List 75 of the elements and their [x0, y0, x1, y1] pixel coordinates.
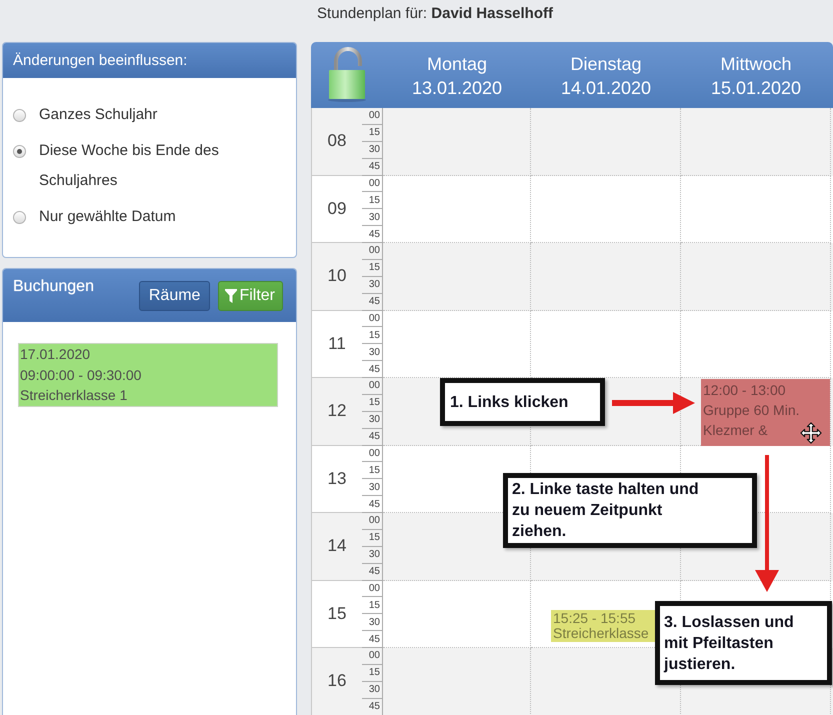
- hour-label: 11: [328, 334, 346, 354]
- day-date: 13.01.2020: [412, 77, 502, 100]
- filter-button[interactable]: Filter: [218, 281, 283, 311]
- rooms-button[interactable]: Räume: [138, 281, 210, 311]
- minute-label: 15: [368, 667, 380, 678]
- minute-label: 15: [368, 532, 380, 544]
- radio-button[interactable]: [13, 144, 26, 158]
- minute-label: 15: [368, 397, 380, 408]
- instruction-tooltip: 3. Loslassen und mit Pfeiltasten justieren.: [655, 601, 832, 685]
- minute-label: 45: [368, 498, 380, 510]
- hour-label: 13: [328, 468, 346, 489]
- minute-label: 30: [368, 616, 380, 628]
- minute-label: 15: [368, 600, 380, 611]
- hour-label: 16: [328, 671, 346, 692]
- day-name: Dienstag: [570, 53, 642, 76]
- minute-label: 30: [368, 346, 380, 358]
- minute-label: 30: [368, 482, 380, 493]
- padlock-icon[interactable]: [327, 47, 367, 102]
- hour-label: 09: [328, 198, 346, 219]
- minute-label: 00: [368, 245, 380, 256]
- hour-label: 14: [328, 536, 346, 556]
- minute-label: 45: [368, 161, 380, 172]
- page-title: Stundenplan für: David Hasselhoff: [317, 5, 553, 22]
- minute-label: 15: [368, 464, 380, 476]
- radio-label[interactable]: Diese Woche bis Ende des Schuljahres: [39, 136, 239, 196]
- minute-label: 45: [368, 701, 380, 712]
- day-date: 14.01.2020: [560, 77, 652, 100]
- radio-button[interactable]: [13, 108, 26, 122]
- minute-label: 15: [368, 127, 380, 138]
- minute-label: 00: [368, 178, 380, 189]
- hour-label: 12: [328, 401, 346, 422]
- event-time: 15:25 - 15:55: [553, 610, 636, 626]
- minute-label: 45: [368, 364, 380, 375]
- minute-label: 45: [368, 296, 380, 308]
- minute-label: 00: [368, 110, 380, 122]
- minute-label: 00: [368, 582, 380, 594]
- minute-label: 30: [368, 414, 380, 426]
- minute-label: 30: [368, 549, 380, 560]
- minute-label: 15: [368, 194, 380, 206]
- minute-label: 45: [368, 634, 380, 645]
- day-date: 15.01.2020: [710, 77, 802, 100]
- minute-label: 00: [368, 448, 380, 459]
- event-title: Gruppe 60 Min. Klezmer &: [703, 401, 800, 440]
- hour-label: 08: [328, 131, 346, 152]
- booking-card[interactable]: 17.01.2020 09:00:00 - 09:30:00 Streicherklasse 1: [18, 343, 278, 406]
- day-name: Montag: [426, 53, 488, 76]
- instruction-tooltip: 2. Linke taste halten und zu neuem Zeitpunkt ziehen.: [503, 473, 757, 548]
- minute-label: 30: [368, 144, 380, 156]
- minute-label: 30: [368, 684, 380, 696]
- minute-label: 00: [368, 515, 380, 526]
- booking-time: 09:00:00 - 09:30:00: [20, 366, 142, 384]
- event-title: Streicherklasse: [553, 626, 649, 642]
- minute-label: 30: [368, 279, 380, 290]
- radio-label[interactable]: Ganzes Schuljahr: [39, 100, 158, 130]
- minute-label: 00: [368, 380, 380, 392]
- minute-label: 45: [368, 566, 380, 578]
- radio-label[interactable]: Nur gewählte Datum: [39, 202, 176, 232]
- minute-label: 00: [368, 312, 380, 324]
- minute-label: 15: [368, 330, 380, 341]
- funnel-icon: [225, 289, 238, 303]
- panel-title: Buchungen: [13, 277, 94, 297]
- radio-button[interactable]: [13, 210, 26, 224]
- event-time: 12:00 - 13:00: [703, 381, 786, 400]
- panel-title: Änderungen beeinflussen:: [13, 52, 188, 69]
- minute-label: 45: [368, 431, 380, 442]
- booking-date: 17.01.2020: [20, 345, 90, 364]
- minute-label: 15: [368, 262, 380, 274]
- minute-label: 30: [368, 212, 380, 223]
- day-name: Mittwoch: [720, 53, 792, 76]
- minute-label: 45: [368, 228, 380, 240]
- minute-label: 00: [368, 650, 380, 662]
- booking-title: Streicherklasse 1: [20, 386, 128, 405]
- hour-label: 15: [328, 604, 346, 624]
- hour-label: 10: [328, 266, 346, 286]
- instruction-tooltip: 1. Links klicken: [440, 378, 605, 426]
